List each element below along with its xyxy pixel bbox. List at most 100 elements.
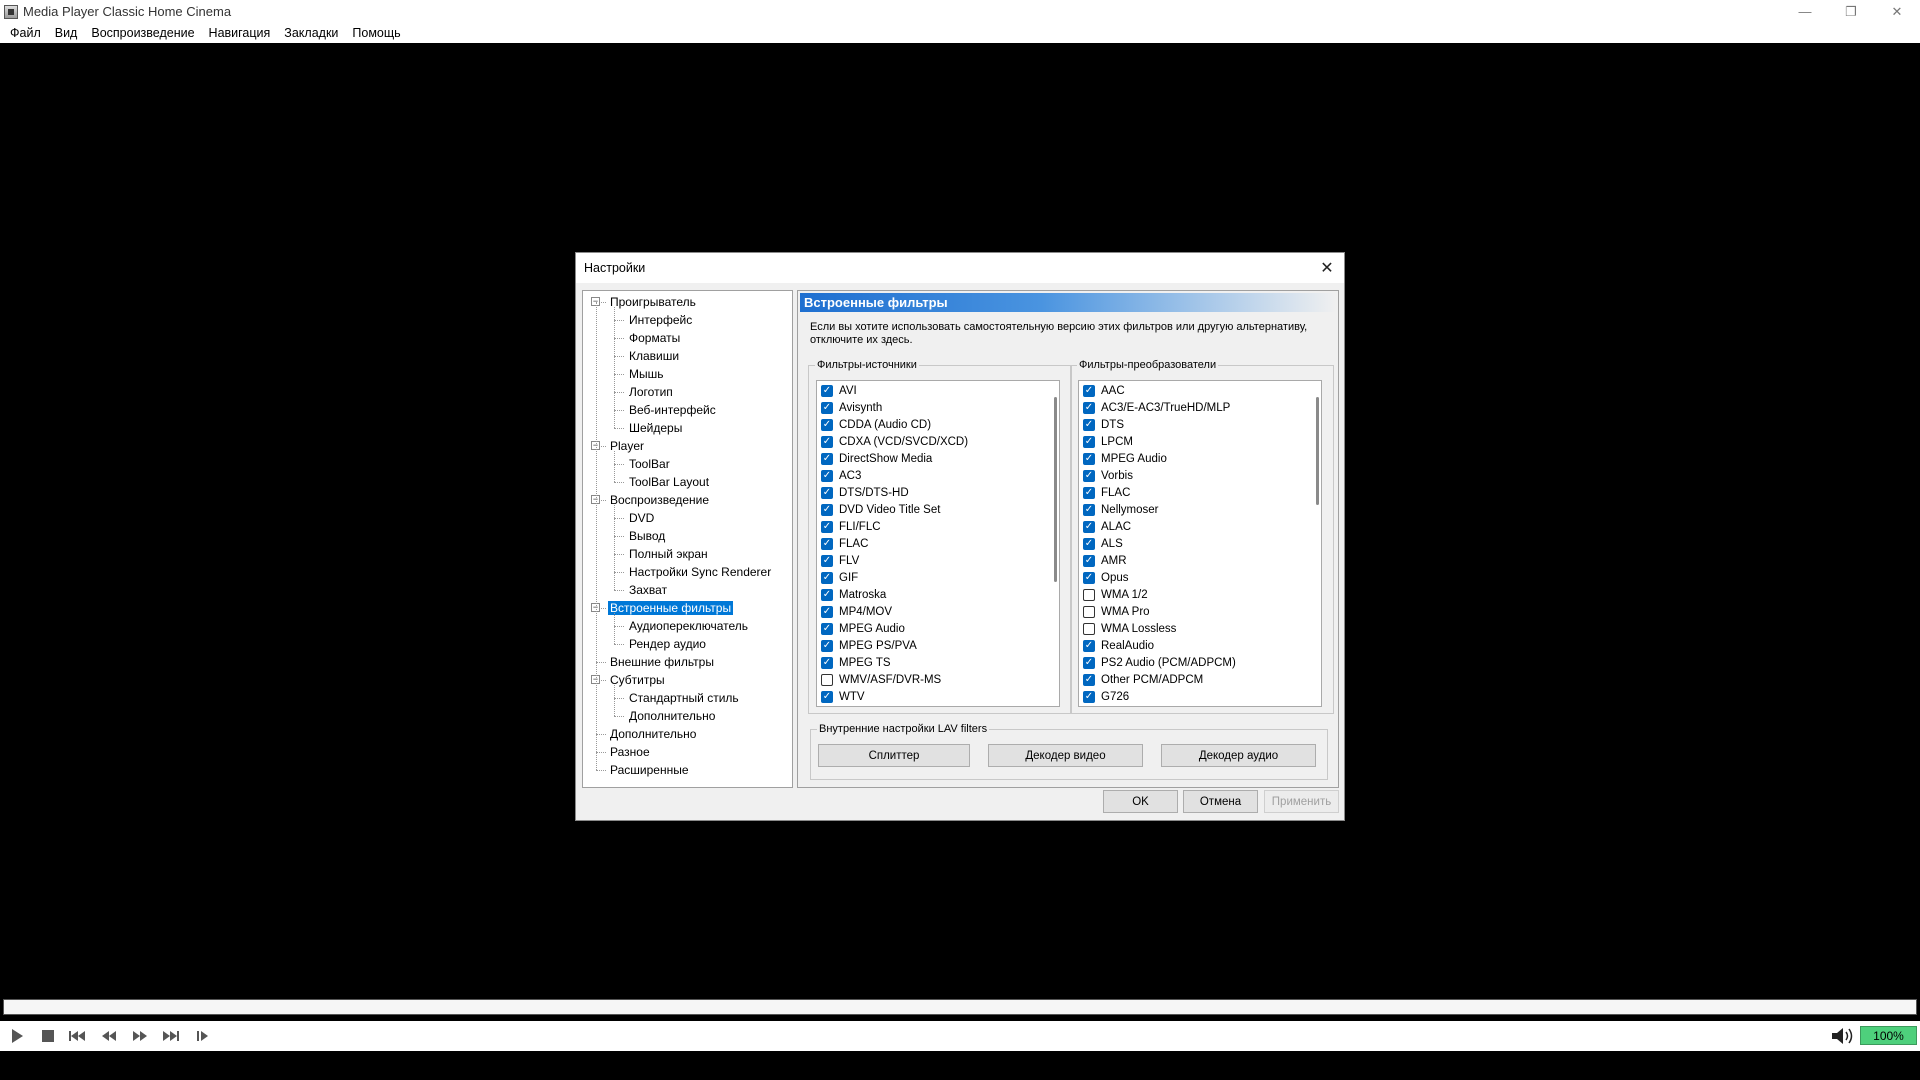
filter-checkbox-row[interactable]: ✓ AVI (821, 382, 857, 399)
checkbox-checked-icon[interactable]: ✓ (821, 656, 833, 669)
fast-forward-icon[interactable] (130, 1027, 150, 1045)
checkbox-checked-icon[interactable]: ✓ (821, 486, 833, 499)
checkbox-checked-icon[interactable]: ✓ (821, 554, 833, 567)
checkbox-checked-icon[interactable]: ✓ (821, 571, 833, 584)
tree-item[interactable]: Дополнительно (608, 725, 698, 743)
tree-item[interactable]: Субтитры (608, 671, 667, 689)
rewind-icon[interactable] (99, 1027, 119, 1045)
filter-checkbox-row[interactable]: ✓ AMR (1083, 552, 1127, 569)
filter-checkbox-row[interactable]: ✓ MP4/MOV (821, 603, 892, 620)
checkbox-unchecked-icon[interactable] (1083, 605, 1095, 618)
filter-checkbox-row[interactable]: ✓ Nellymoser (1083, 501, 1159, 518)
filter-checkbox-row[interactable]: ✓ FLV (821, 552, 859, 569)
checkbox-unchecked-icon[interactable] (1083, 588, 1095, 601)
checkbox-checked-icon[interactable]: ✓ (821, 639, 833, 652)
volume-icon[interactable] (1830, 1026, 1856, 1046)
tree-item[interactable]: Стандартный стиль (627, 689, 741, 707)
tree-item[interactable]: Веб-интерфейс (627, 401, 718, 419)
checkbox-checked-icon[interactable]: ✓ (821, 384, 833, 397)
tree-item[interactable]: Встроенные фильтры (608, 599, 734, 617)
checkbox-checked-icon[interactable]: ✓ (821, 469, 833, 482)
filter-checkbox-row[interactable]: ✓ Matroska (821, 586, 886, 603)
checkbox-checked-icon[interactable]: ✓ (1083, 435, 1095, 448)
splitter-button[interactable]: Сплиттер (818, 744, 970, 767)
checkbox-checked-icon[interactable]: ✓ (1083, 690, 1095, 703)
seek-bar[interactable] (3, 999, 1917, 1015)
stop-icon[interactable] (38, 1027, 58, 1045)
filter-checkbox-row[interactable]: ✓ CDXA (VCD/SVCD/XCD) (821, 433, 968, 450)
tree-item[interactable]: Полный экран (627, 545, 710, 563)
tree-item[interactable]: ToolBar Layout (627, 473, 711, 491)
filter-checkbox-row[interactable]: WMA Pro (1083, 603, 1150, 620)
checkbox-checked-icon[interactable]: ✓ (821, 435, 833, 448)
filter-checkbox-row[interactable]: WMA Lossless (1083, 620, 1176, 637)
filter-checkbox-row[interactable]: ✓ Opus (1083, 569, 1129, 586)
checkbox-checked-icon[interactable]: ✓ (1083, 401, 1095, 414)
cancel-button[interactable]: Отмена (1183, 790, 1258, 813)
checkbox-checked-icon[interactable]: ✓ (1083, 520, 1095, 533)
checkbox-checked-icon[interactable]: ✓ (1083, 537, 1095, 550)
filter-checkbox-row[interactable]: ✓ DVD Video Title Set (821, 501, 940, 518)
checkbox-checked-icon[interactable]: ✓ (821, 537, 833, 550)
filter-checkbox-row[interactable]: ✓ AC3/E-AC3/TrueHD/MLP (1083, 399, 1230, 416)
menu-view[interactable]: Вид (48, 23, 85, 43)
filter-checkbox-row[interactable]: ✓ Other PCM/ADPCM (1083, 671, 1203, 688)
checkbox-checked-icon[interactable]: ✓ (1083, 486, 1095, 499)
checkbox-checked-icon[interactable]: ✓ (821, 622, 833, 635)
audio-decoder-button[interactable]: Декодер аудио (1161, 744, 1316, 767)
checkbox-checked-icon[interactable]: ✓ (1083, 418, 1095, 431)
volume-level[interactable]: 100% (1860, 1026, 1917, 1045)
filter-checkbox-row[interactable]: ✓ FLI/FLC (821, 518, 881, 535)
menu-file[interactable]: Файл (3, 23, 48, 43)
filter-checkbox-row[interactable]: ✓ LPCM (1083, 433, 1133, 450)
checkbox-checked-icon[interactable]: ✓ (821, 690, 833, 703)
filter-checkbox-row[interactable]: ✓ DirectShow Media (821, 450, 932, 467)
ok-button[interactable]: OK (1103, 790, 1178, 813)
apply-button[interactable]: Применить (1264, 790, 1339, 813)
checkbox-checked-icon[interactable]: ✓ (1083, 503, 1095, 516)
checkbox-checked-icon[interactable]: ✓ (1083, 384, 1095, 397)
filter-checkbox-row[interactable]: ✓ PS2 Audio (PCM/ADPCM) (1083, 654, 1236, 671)
filter-checkbox-row[interactable]: ✓ AAC (1083, 382, 1125, 399)
checkbox-unchecked-icon[interactable] (821, 673, 833, 686)
filter-checkbox-row[interactable]: ✓ MPEG Audio (821, 620, 905, 637)
restore-button[interactable]: ❐ (1828, 0, 1874, 23)
filter-checkbox-row[interactable]: ✓ GIF (821, 569, 858, 586)
previous-icon[interactable] (67, 1027, 87, 1045)
filter-checkbox-row[interactable]: ✓ AC3 (821, 467, 861, 484)
filter-checkbox-row[interactable]: ✓ G726 (1083, 688, 1129, 705)
filter-checkbox-row[interactable]: ✓ DTS (1083, 416, 1124, 433)
menu-navigate[interactable]: Навигация (202, 23, 278, 43)
tree-item[interactable]: Дополнительно (627, 707, 717, 725)
tree-item[interactable]: Форматы (627, 329, 682, 347)
frame-step-icon[interactable] (193, 1027, 213, 1045)
tree-item[interactable]: Разное (608, 743, 652, 761)
checkbox-unchecked-icon[interactable] (1083, 622, 1095, 635)
filter-checkbox-row[interactable]: ✓ MPEG Audio (1083, 450, 1167, 467)
tree-item[interactable]: Проигрыватель (608, 293, 698, 311)
checkbox-checked-icon[interactable]: ✓ (821, 418, 833, 431)
filter-checkbox-row[interactable]: WMV/ASF/DVR-MS (821, 671, 941, 688)
checkbox-checked-icon[interactable]: ✓ (1083, 554, 1095, 567)
tree-item[interactable]: Настройки Sync Renderer (627, 563, 773, 581)
checkbox-checked-icon[interactable]: ✓ (821, 401, 833, 414)
tree-item[interactable]: ToolBar (627, 455, 672, 473)
checkbox-checked-icon[interactable]: ✓ (821, 605, 833, 618)
tree-item[interactable]: Вывод (627, 527, 667, 545)
filter-checkbox-row[interactable]: ✓ CDDA (Audio CD) (821, 416, 931, 433)
filter-checkbox-row[interactable]: ✓ FLAC (821, 535, 868, 552)
checkbox-checked-icon[interactable]: ✓ (1083, 571, 1095, 584)
minimize-button[interactable]: — (1782, 0, 1828, 23)
source-filters-list[interactable]: ✓ AVI ✓ Avisynth ✓ CDDA (Audio CD) ✓ CDXA (VCD/… (816, 380, 1060, 707)
menu-help[interactable]: Помощь (345, 23, 407, 43)
transform-list-scrollbar[interactable] (1316, 397, 1319, 505)
checkbox-checked-icon[interactable]: ✓ (1083, 673, 1095, 686)
menu-bookmarks[interactable]: Закладки (277, 23, 345, 43)
tree-item[interactable]: Шейдеры (627, 419, 684, 437)
tree-item[interactable]: Аудиопереключатель (627, 617, 750, 635)
settings-tree[interactable]: Проигрыватель − Интерфейс Форматы Клавиши Мыш… (582, 290, 793, 788)
filter-checkbox-row[interactable]: ✓ Vorbis (1083, 467, 1133, 484)
tree-item[interactable]: Воспроизведение (608, 491, 711, 509)
filter-checkbox-row[interactable]: ✓ ALAC (1083, 518, 1131, 535)
checkbox-checked-icon[interactable]: ✓ (1083, 639, 1095, 652)
